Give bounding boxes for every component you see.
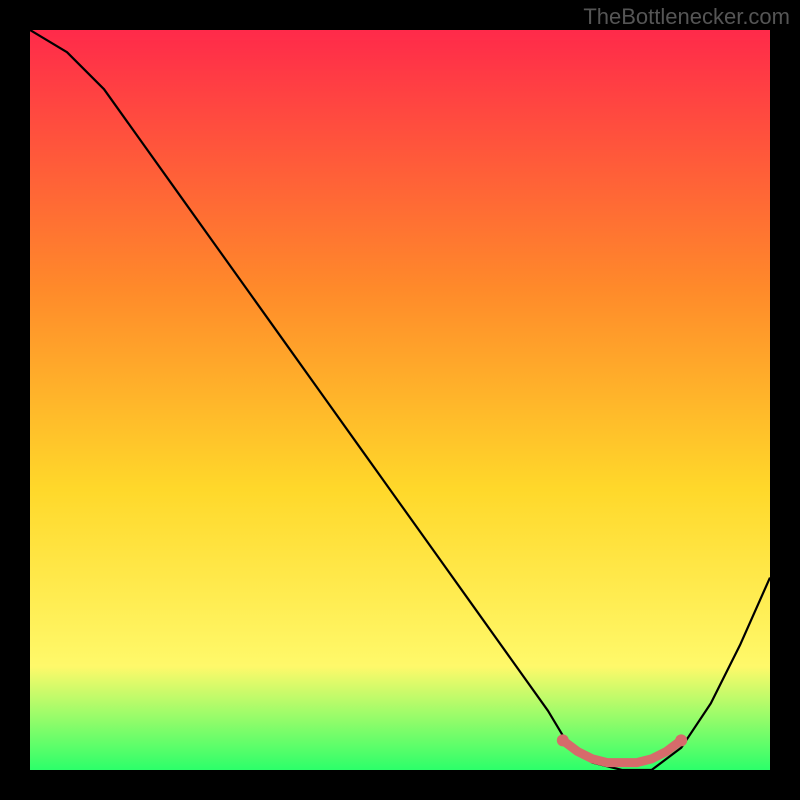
plot-area	[30, 30, 770, 770]
chart-svg	[30, 30, 770, 770]
watermark-text: TheBottlenecker.com	[583, 4, 790, 30]
chart-container: TheBottlenecker.com	[0, 0, 800, 800]
optimal-segment-dot	[675, 734, 687, 746]
optimal-segment-dot	[557, 734, 569, 746]
